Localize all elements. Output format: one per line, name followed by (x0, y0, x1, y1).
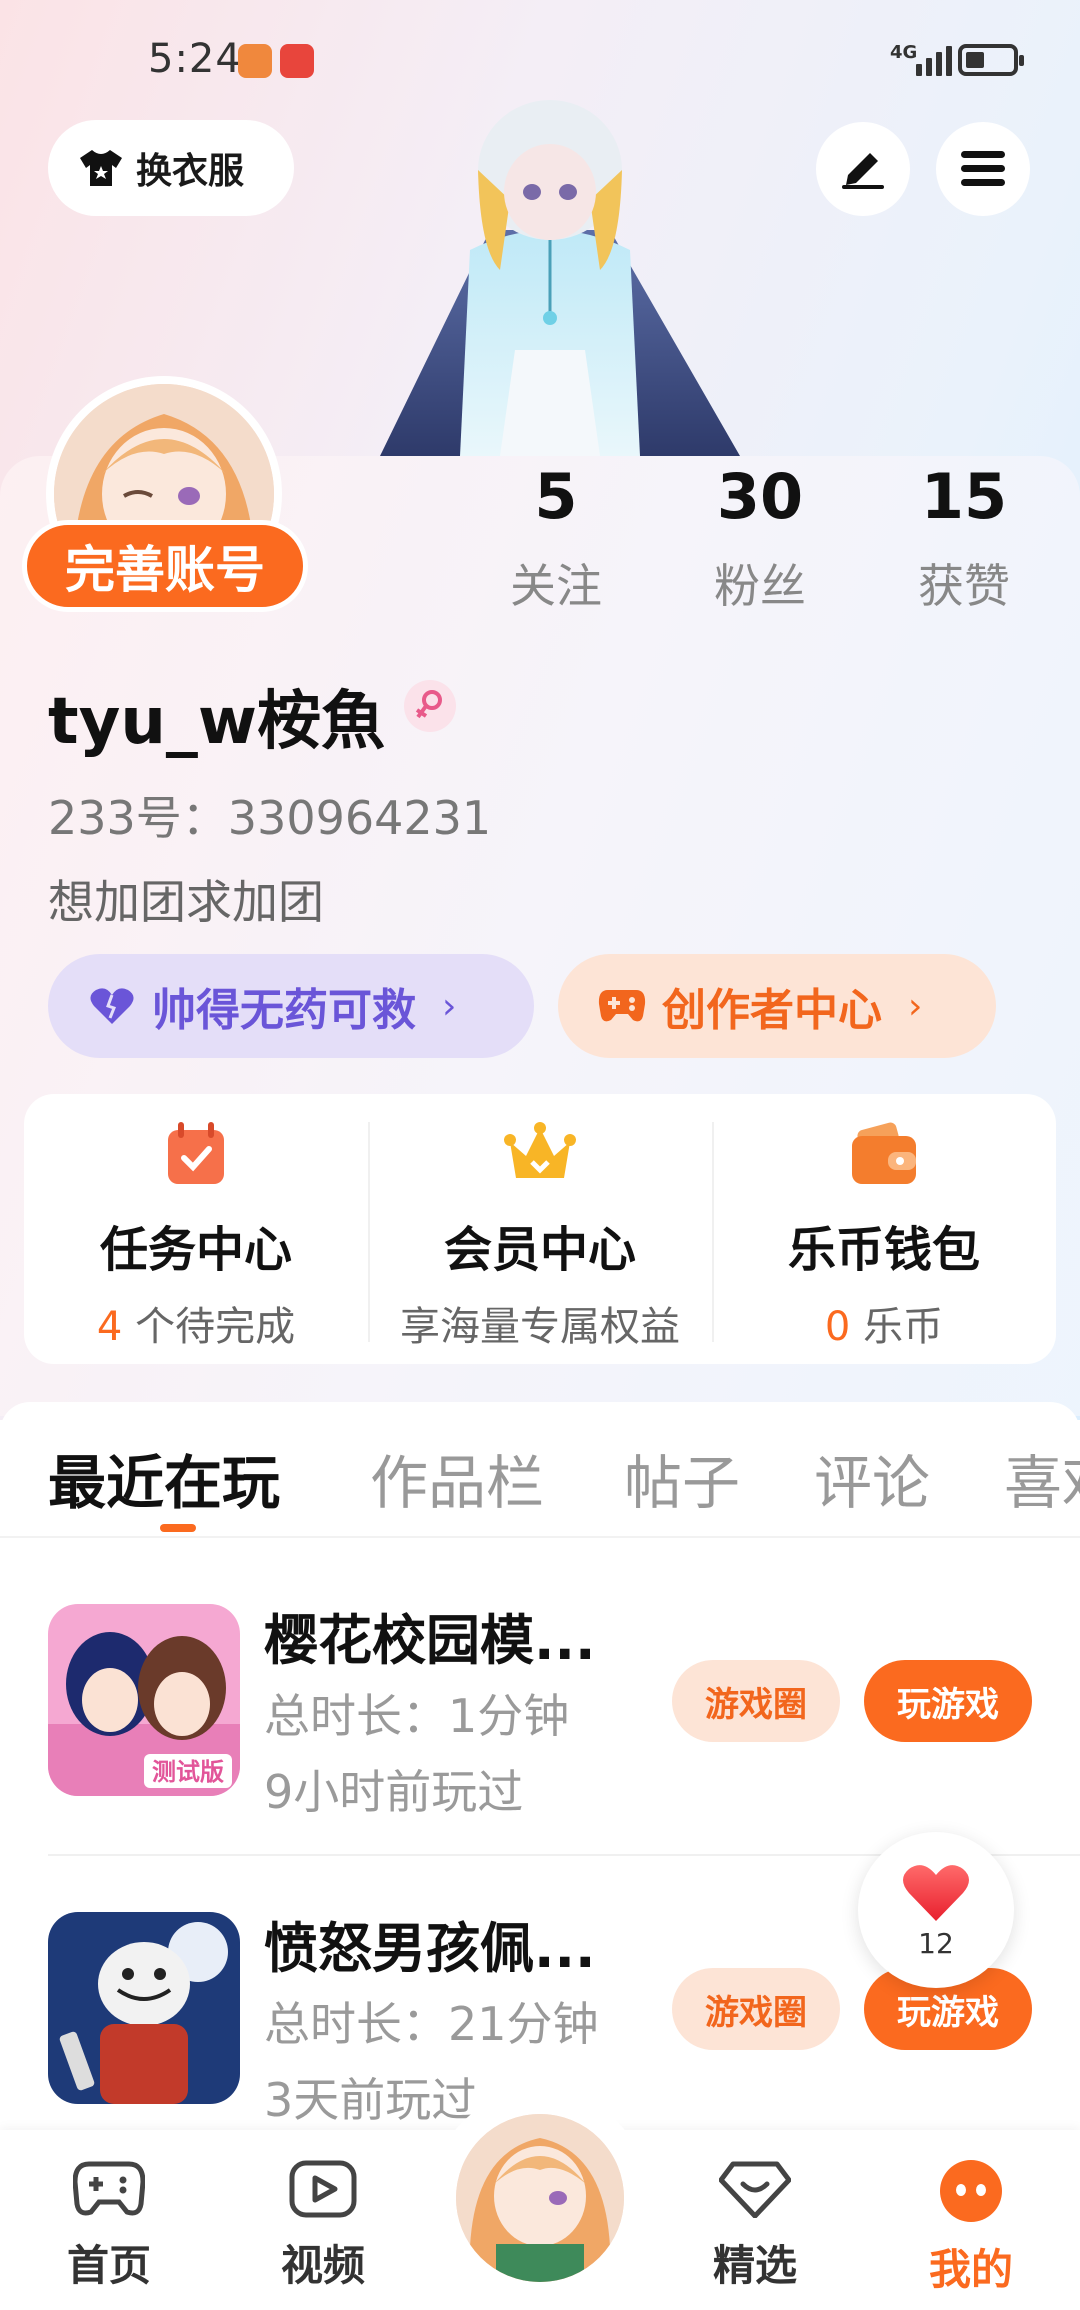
game-controller-icon (598, 990, 646, 1022)
game-title[interactable]: 愤怒男孩佩... (264, 1904, 596, 1983)
title-tag-label: 帅得无药可救 (152, 985, 416, 1036)
message-notification-icon (238, 44, 272, 78)
username: tyu_w桉魚 (48, 685, 385, 759)
game-last-played: 3天前玩过 (264, 2073, 478, 2127)
tab-works[interactable]: 作品栏 (370, 1436, 544, 1520)
change-outfit-label: 换衣服 (136, 151, 245, 192)
change-outfit-button[interactable]: 换衣服 (48, 120, 294, 216)
following-label: 关注 (510, 559, 602, 613)
chevron-right-icon: › (442, 985, 457, 1027)
nav-video[interactable]: 视频 (248, 2160, 398, 2293)
nav-label: 首页 (66, 2241, 151, 2290)
pen-icon (842, 153, 884, 189)
nav-me[interactable]: 我的 (896, 2160, 1046, 2297)
tab-recently-played[interactable]: 最近在玩 (48, 1436, 280, 1520)
creator-center-button[interactable]: 创作者中心 › (558, 954, 996, 1058)
wallet-icon (852, 1122, 916, 1184)
service-title: 会员中心 (443, 1222, 636, 1278)
nav-label: 视频 (280, 2241, 365, 2290)
edit-profile-button[interactable] (816, 122, 910, 216)
video-play-icon (289, 2160, 357, 2218)
like-count: 12 (918, 1926, 954, 1960)
service-subtitle: 个待完成 (122, 1304, 296, 1350)
services-card: 任务中心 4 个待完成 会员中心 享海量专属权益 乐币钱包 0 乐币 (24, 1094, 1056, 1364)
coin-balance: 0 (824, 1304, 851, 1350)
complete-account-badge[interactable]: 完善账号 (22, 520, 308, 612)
nav-avatar-button[interactable] (452, 2110, 628, 2286)
game-circle-button[interactable]: 游戏圈 (672, 1660, 840, 1742)
active-tab-indicator (160, 1524, 196, 1532)
nav-label: 精选 (712, 2241, 797, 2290)
bio: 想加团求加团 (48, 875, 324, 929)
service-title: 乐币钱包 (787, 1222, 980, 1278)
calendar-check-icon (168, 1122, 224, 1184)
tab-comments[interactable]: 评论 (814, 1436, 930, 1520)
likes-count: 15 (920, 460, 1008, 533)
nav-home[interactable]: 首页 (34, 2160, 184, 2293)
following-count: 5 (534, 460, 578, 533)
heart-icon (903, 1864, 969, 1921)
creator-center-label: 创作者中心 (662, 985, 882, 1036)
divider (0, 1536, 1080, 1538)
play-game-button[interactable]: 玩游戏 (864, 1660, 1032, 1742)
signal-icon (916, 42, 952, 76)
smile-face-icon (940, 2160, 1002, 2222)
service-subtitle: 乐币 (850, 1304, 944, 1350)
game-icon-sakura[interactable]: 测试版 (48, 1604, 240, 1796)
tshirt-icon (80, 150, 122, 186)
service-subtitle: 享海量专属权益 (400, 1304, 680, 1350)
tab-likes[interactable]: 喜欢 (1004, 1436, 1080, 1520)
menu-button[interactable] (936, 122, 1030, 216)
game-last-played: 9小时前玩过 (264, 1765, 524, 1819)
floating-like-button[interactable]: 12 (858, 1832, 1014, 1988)
female-icon (404, 680, 456, 732)
nav-featured[interactable]: 精选 (680, 2160, 830, 2293)
stat-following[interactable]: 5 关注 (466, 466, 646, 616)
app-notification-icon (280, 44, 314, 78)
network-type: 4G (890, 42, 918, 63)
followers-count: 30 (716, 460, 804, 533)
coin-wallet[interactable]: 乐币钱包 0 乐币 (712, 1094, 1056, 1364)
tab-posts[interactable]: 帖子 (624, 1436, 740, 1520)
heart-diamond-icon (719, 2161, 791, 2218)
gamepad-icon (73, 2161, 145, 2216)
game-duration: 总时长：1分钟 (264, 1689, 570, 1743)
pending-task-count: 4 (96, 1304, 123, 1350)
heart-icon (90, 988, 134, 1024)
game-title[interactable]: 樱花校园模... (264, 1596, 596, 1675)
crown-icon (504, 1122, 576, 1178)
game-duration: 总时长：21分钟 (264, 1997, 599, 2051)
avatar-character-illustration[interactable] (340, 100, 760, 460)
svg-text:测试版: 测试版 (152, 1758, 224, 1786)
user-id[interactable]: 233号：330964231 (48, 782, 491, 848)
chevron-right-icon: › (908, 985, 923, 1027)
service-title: 任务中心 (99, 1222, 292, 1278)
nav-label: 我的 (928, 2245, 1013, 2294)
status-time: 5:24 (148, 36, 242, 82)
vip-center[interactable]: 会员中心 享海量专属权益 (368, 1094, 712, 1364)
game-icon-angry-boy[interactable] (48, 1912, 240, 2104)
followers-label: 粉丝 (714, 559, 806, 613)
stat-followers[interactable]: 30 粉丝 (670, 466, 850, 616)
hamburger-menu-icon (961, 151, 1005, 186)
title-tag-button[interactable]: 帅得无药可救 › (48, 954, 534, 1058)
game-circle-button[interactable]: 游戏圈 (672, 1968, 840, 2050)
battery-icon (958, 44, 1024, 76)
task-center[interactable]: 任务中心 4 个待完成 (24, 1094, 368, 1364)
likes-label: 获赞 (918, 559, 1010, 613)
stat-likes[interactable]: 15 获赞 (874, 466, 1054, 616)
